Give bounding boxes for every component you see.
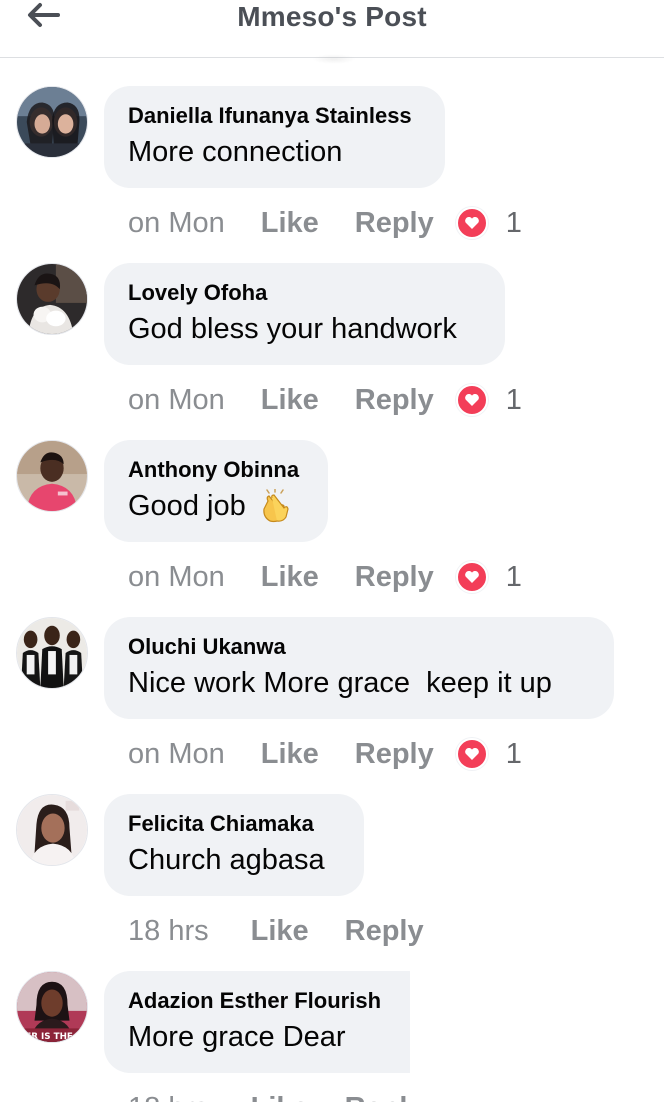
scroll-indicator: [312, 54, 356, 64]
reply-button[interactable]: Reply: [355, 207, 434, 240]
comment-actions: 18 hrs Like Reply: [128, 912, 446, 950]
avatar[interactable]: [16, 794, 88, 866]
avatar[interactable]: YER IS THE: [16, 971, 88, 1043]
reaction-summary[interactable]: 1: [455, 737, 522, 771]
comment-timestamp[interactable]: on Mon: [128, 738, 225, 771]
reaction-summary[interactable]: 1: [455, 560, 522, 594]
comment-text: Nice work More grace keep it up: [128, 667, 552, 699]
avatar-caption: YER IS THE: [18, 1032, 73, 1042]
comment-author[interactable]: Oluchi Ukanwa: [128, 633, 590, 661]
comment-timestamp[interactable]: on Mon: [128, 207, 225, 240]
top-bar: Mmeso's Post: [0, 0, 664, 58]
comment-text: Church agbasa: [128, 844, 325, 876]
comment-actions: on Mon Like Reply 1: [128, 558, 522, 596]
comment-timestamp[interactable]: 18 hrs: [128, 915, 209, 948]
reaction-count: 1: [505, 383, 522, 416]
back-arrow-icon: [28, 3, 60, 27]
comment-item: Felicita Chiamaka Church agbasa 18 hrs L…: [0, 794, 664, 971]
comment-actions: on Mon Like Reply 1: [128, 735, 522, 773]
love-icon: [455, 561, 488, 593]
like-button[interactable]: Like: [261, 738, 319, 771]
like-button[interactable]: Like: [261, 561, 319, 594]
comment-item: YER IS THE Adazion Esther Flourish More …: [0, 971, 664, 1102]
reaction-count: 1: [505, 737, 522, 770]
reaction-count: 1: [505, 560, 522, 593]
comment-text: God bless your handwork: [128, 313, 457, 345]
avatar[interactable]: [16, 86, 88, 158]
comment-bubble: Adazion Esther Flourish More grace Dear: [104, 971, 410, 1073]
reply-button[interactable]: Reply: [345, 915, 424, 948]
comment-timestamp[interactable]: on Mon: [128, 561, 225, 594]
comment-item: Daniella Ifunanya Stainless More connect…: [0, 86, 664, 263]
comment-item: Anthony Obinna Good job on Mon Like Repl…: [0, 440, 664, 617]
love-icon: [455, 384, 488, 416]
comment-bubble: Lovely Ofoha God bless your handwork: [104, 263, 505, 365]
comment-item: Lovely Ofoha God bless your handwork on …: [0, 263, 664, 440]
reply-button[interactable]: Reply: [355, 738, 434, 771]
avatar[interactable]: [16, 617, 88, 689]
comment-author[interactable]: Daniella Ifunanya Stainless: [128, 102, 421, 130]
back-button[interactable]: [22, 0, 66, 30]
comment-author[interactable]: Lovely Ofoha: [128, 279, 481, 307]
like-button[interactable]: Like: [261, 384, 319, 417]
comment-author[interactable]: Felicita Chiamaka: [128, 810, 340, 838]
comment-bubble: Felicita Chiamaka Church agbasa: [104, 794, 364, 896]
like-button[interactable]: Like: [261, 207, 319, 240]
reply-button[interactable]: Reply: [345, 1092, 424, 1102]
like-button[interactable]: Like: [251, 915, 309, 948]
comment-actions: on Mon Like Reply 1: [128, 381, 522, 419]
comment-actions: on Mon Like Reply 1: [128, 204, 522, 242]
comment-item: Oluchi Ukanwa Nice work More grace keep …: [0, 617, 664, 794]
comment-actions: 18 hrs Like Reply: [128, 1089, 446, 1102]
love-icon: [455, 738, 488, 770]
comment-bubble: Oluchi Ukanwa Nice work More grace keep …: [104, 617, 614, 719]
reaction-count: 1: [505, 206, 522, 239]
avatar[interactable]: [16, 440, 88, 512]
reaction-summary[interactable]: 1: [455, 383, 522, 417]
comment-text: More grace Dear: [128, 1021, 346, 1053]
comment-text: Good job: [128, 486, 304, 526]
comment-author[interactable]: Anthony Obinna: [128, 456, 304, 484]
reply-button[interactable]: Reply: [355, 384, 434, 417]
comment-timestamp[interactable]: on Mon: [128, 384, 225, 417]
reply-button[interactable]: Reply: [355, 561, 434, 594]
comment-author[interactable]: Adazion Esther Flourish: [128, 987, 386, 1015]
page-title: Mmeso's Post: [237, 1, 427, 32]
love-icon: [455, 207, 488, 239]
comment-bubble: Anthony Obinna Good job: [104, 440, 328, 542]
reaction-summary[interactable]: 1: [455, 206, 522, 240]
clapping-hands-icon: [262, 489, 289, 523]
like-button[interactable]: Like: [251, 1092, 309, 1102]
comment-text: More connection: [128, 136, 343, 168]
comment-timestamp[interactable]: 18 hrs: [128, 1092, 209, 1102]
comment-bubble: Daniella Ifunanya Stainless More connect…: [104, 86, 445, 188]
avatar[interactable]: [16, 263, 88, 335]
